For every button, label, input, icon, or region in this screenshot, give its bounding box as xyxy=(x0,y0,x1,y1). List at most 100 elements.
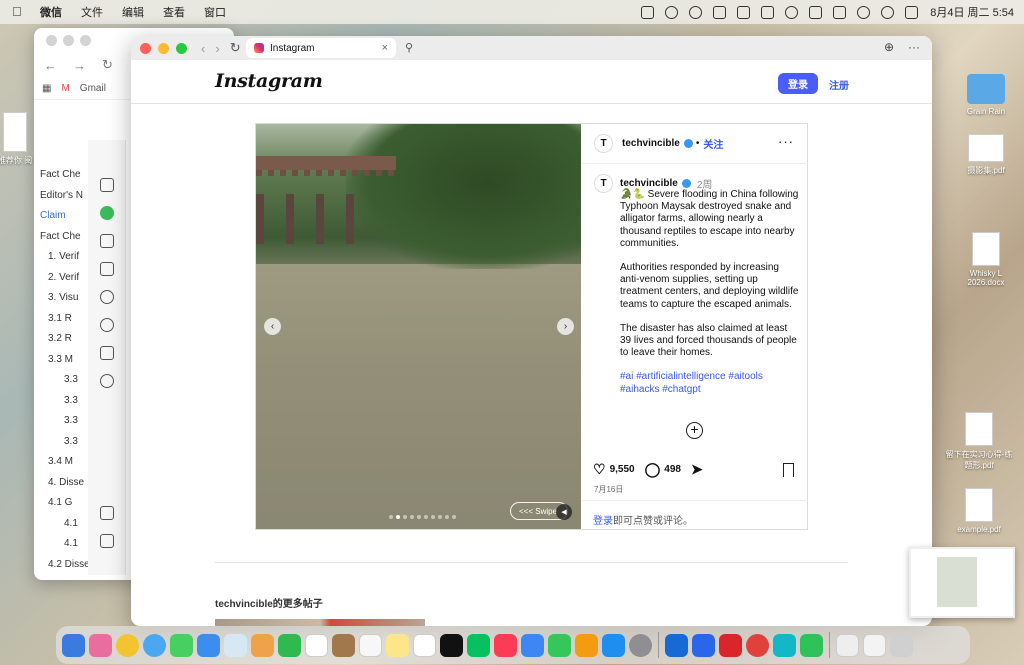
outline-item[interactable]: Fact Che xyxy=(40,165,90,186)
outline-item[interactable]: 3.3 xyxy=(40,432,90,453)
outline-item[interactable]: 1. Verif xyxy=(40,247,90,268)
avatar[interactable]: T xyxy=(594,134,613,153)
mute-icon[interactable]: ◀ xyxy=(556,504,572,520)
more-posts-thumbnails[interactable] xyxy=(215,619,425,626)
post-more-icon[interactable]: ··· xyxy=(778,134,794,149)
doc-icon[interactable] xyxy=(99,178,114,192)
wechat-icon[interactable] xyxy=(467,633,490,657)
desktop-file-whisky[interactable]: Whisky L 2026.docx xyxy=(951,232,1021,287)
reload-icon[interactable]: ↻ xyxy=(230,40,241,56)
post-video[interactable]: ‹ › <<< Swipe ◀ xyxy=(256,124,581,529)
menu-view[interactable]: 查看 xyxy=(163,4,185,20)
outline-item[interactable]: 4. Disse xyxy=(40,473,90,494)
outline-item[interactable]: 3.3 M xyxy=(40,350,90,371)
apps-grid-icon[interactable]: ▦ xyxy=(42,83,51,94)
like-heart-icon[interactable]: ♡ xyxy=(593,461,606,478)
bookmark-gmail[interactable]: Gmail xyxy=(80,83,106,94)
signup-link[interactable]: 注册 xyxy=(829,77,849,92)
minimize-dot-icon[interactable] xyxy=(63,34,74,46)
netease-music-icon[interactable] xyxy=(746,633,769,657)
cube-icon[interactable] xyxy=(99,262,114,276)
save-bookmark-icon[interactable] xyxy=(783,463,794,477)
carousel-next-icon[interactable]: › xyxy=(557,318,574,335)
app-store-icon[interactable] xyxy=(602,633,625,657)
desktop-file-example[interactable]: example.pdf xyxy=(944,488,1014,534)
caption-username[interactable]: techvincible xyxy=(620,178,678,189)
outline-item[interactable]: 3.3 xyxy=(40,391,90,412)
finder-icon[interactable] xyxy=(62,633,85,657)
instagram-browser-window[interactable]: ‹ › ↻ Instagram × ⚲ ⊕ ··· Instagram 登录 注… xyxy=(131,36,932,626)
status-shield-icon[interactable] xyxy=(737,5,751,19)
wifi-icon[interactable] xyxy=(857,5,871,19)
calendar-icon[interactable] xyxy=(305,633,328,657)
lark-icon[interactable] xyxy=(692,633,715,657)
status-window-icon[interactable] xyxy=(761,5,775,19)
menu-app-name[interactable]: 微信 xyxy=(40,4,62,20)
reminders-icon[interactable] xyxy=(359,633,382,657)
instagram-logo[interactable]: Instagram xyxy=(215,70,323,92)
caption-avatar[interactable]: T xyxy=(594,174,613,193)
outline-item[interactable]: 4.1 xyxy=(40,514,90,535)
outline-item[interactable]: 3.1 R xyxy=(40,309,90,330)
outline-item[interactable]: Fact Che xyxy=(40,227,90,248)
load-more-comments-icon[interactable]: + xyxy=(686,422,703,439)
system-settings-icon[interactable] xyxy=(629,633,652,657)
close-dot-icon[interactable] xyxy=(46,34,57,46)
outline-item[interactable]: 4.1 xyxy=(40,534,90,555)
tab-search-icon[interactable]: ⚲ xyxy=(405,41,413,54)
facetime-icon[interactable] xyxy=(278,633,301,657)
mail-icon[interactable] xyxy=(197,633,220,657)
forward-icon[interactable]: › xyxy=(215,41,219,56)
recent-window-icon[interactable] xyxy=(836,633,859,657)
tab-instagram[interactable]: Instagram × xyxy=(246,38,396,58)
desktop-file-internship[interactable]: 留下在实习心得-练题形.pdf xyxy=(944,412,1014,471)
control-center-icon[interactable] xyxy=(905,5,919,19)
phone-icon[interactable] xyxy=(99,506,114,520)
menu-edit[interactable]: 编辑 xyxy=(122,4,144,20)
status-pen-icon[interactable] xyxy=(833,5,847,19)
status-c-icon[interactable] xyxy=(665,5,679,19)
back-icon[interactable]: ‹ xyxy=(201,41,205,56)
apple-menu-icon[interactable]:  xyxy=(12,5,26,19)
messages-icon[interactable] xyxy=(170,633,193,657)
spotlight-search-icon[interactable] xyxy=(881,5,895,19)
caption-hashtags[interactable]: #ai #artificialintelligence #aitools #ai… xyxy=(620,371,799,395)
photos-icon[interactable] xyxy=(251,633,274,657)
wps-icon[interactable] xyxy=(719,633,742,657)
login-button[interactable]: 登录 xyxy=(778,73,818,94)
globe-icon[interactable]: ⊕ xyxy=(884,40,894,54)
freeform-icon[interactable] xyxy=(413,633,436,657)
outline-item[interactable]: 3. Visu xyxy=(40,288,90,309)
forward-arrow-icon[interactable]: → xyxy=(73,58,86,73)
share-icon[interactable]: ➤ xyxy=(691,461,703,478)
comment-icon[interactable]: ◯ xyxy=(645,461,661,478)
launchpad-icon[interactable] xyxy=(89,633,112,657)
minimize-window-icon[interactable] xyxy=(158,42,169,54)
menu-file[interactable]: 文件 xyxy=(81,4,103,20)
reload-icon[interactable]: ↻ xyxy=(102,57,113,73)
post-username[interactable]: techvincible xyxy=(622,138,680,149)
status-app-icon[interactable] xyxy=(641,5,655,19)
outline-item[interactable]: 3.2 R xyxy=(40,329,90,350)
zoom-window-icon[interactable] xyxy=(176,42,187,54)
maps-icon[interactable] xyxy=(224,633,247,657)
notes-icon[interactable] xyxy=(386,633,409,657)
menu-clock[interactable]: 8月4日 周二 5:54 xyxy=(930,4,1014,20)
outline-item[interactable]: 4.2 Disseminat xyxy=(40,555,90,576)
canva-icon[interactable] xyxy=(773,633,796,657)
menu-window[interactable]: 窗口 xyxy=(204,4,226,20)
recent-window-icon[interactable] xyxy=(863,633,886,657)
status-play-icon[interactable] xyxy=(785,5,799,19)
outline-item[interactable]: Claim xyxy=(40,206,90,227)
outline-item[interactable]: 3.4 M xyxy=(40,452,90,473)
back-arrow-icon[interactable]: ← xyxy=(44,58,57,73)
pages-icon[interactable] xyxy=(575,633,598,657)
chrome-icon[interactable] xyxy=(116,633,139,657)
outline-item[interactable]: 4.1 G xyxy=(40,493,90,514)
wechat-work-icon[interactable] xyxy=(800,633,823,657)
aperture-icon[interactable] xyxy=(99,290,114,304)
safari-icon[interactable] xyxy=(143,633,166,657)
status-arrow-icon[interactable] xyxy=(713,5,727,19)
diamond-icon[interactable] xyxy=(99,346,114,360)
outline-item[interactable]: Editor's N xyxy=(40,186,90,207)
